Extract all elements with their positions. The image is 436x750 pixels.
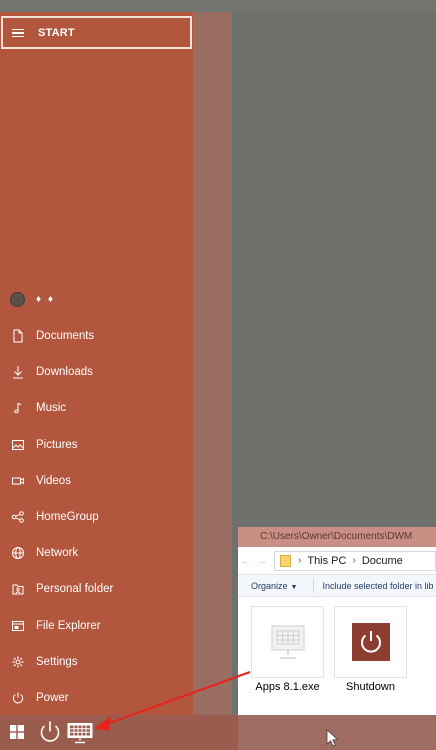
forward-arrow-icon[interactable]: →: [254, 555, 270, 567]
menu-item-pictures[interactable]: Pictures: [0, 427, 193, 463]
document-icon: [10, 328, 26, 344]
chevron-right-icon: ›: [352, 555, 356, 566]
menu-item-videos[interactable]: Videos: [0, 463, 193, 499]
toolbar-divider: [313, 578, 315, 593]
personal-folder-icon: [10, 581, 26, 597]
include-in-library-button[interactable]: Include selected folder in lib: [322, 581, 433, 591]
command-bar: Organize ▼ Include selected folder in lib: [238, 575, 436, 597]
menu-item-label: Downloads: [36, 366, 93, 379]
file-explorer-icon: [10, 618, 26, 634]
user-name: ♦ ♦: [36, 294, 55, 305]
address-documents[interactable]: Docume: [362, 555, 403, 567]
avatar: [10, 292, 25, 307]
menu-item-label: HomeGroup: [36, 511, 99, 524]
menu-item-label: File Explorer: [36, 619, 101, 632]
menu-item-label: Power: [36, 691, 69, 704]
power-icon: [10, 690, 26, 706]
caret-down-icon: ▼: [290, 583, 298, 591]
menu-item-music[interactable]: Music: [0, 390, 193, 426]
menu-item-settings[interactable]: Settings: [0, 644, 193, 680]
start-menu-tile-area: [193, 12, 232, 715]
taskbar-keyboard-monitor-icon[interactable]: [66, 722, 94, 744]
organize-button[interactable]: Organize ▼: [238, 581, 303, 591]
desktop-top-strip: [0, 0, 436, 12]
menu-item-downloads[interactable]: Downloads: [0, 354, 193, 390]
pictures-icon: [10, 437, 26, 453]
menu-item-label: Pictures: [36, 438, 78, 451]
file-item-apps[interactable]: Apps 8.1.exe: [251, 606, 324, 693]
menu-item-documents[interactable]: Documents: [0, 318, 193, 354]
windows-logo-icon: [10, 725, 24, 739]
menu-item-label: Videos: [36, 474, 71, 487]
shutdown-icon: [351, 623, 390, 661]
file-name: Shutdown: [346, 681, 395, 693]
menu-item-label: Personal folder: [36, 583, 114, 596]
menu-item-label: Settings: [36, 655, 78, 668]
folder-icon: [280, 554, 291, 567]
taskbar-power-icon[interactable]: [38, 719, 62, 745]
menu-item-network[interactable]: Network: [0, 535, 193, 571]
file-explorer-window: C:\Users\Owner\Documents\DWM ← → › This …: [238, 527, 436, 715]
start-menu: START ♦ ♦ Documents Downloads Music Pict…: [0, 12, 232, 715]
music-icon: [10, 400, 26, 416]
file-tile: [251, 606, 324, 678]
taskbar: [0, 715, 436, 750]
start-header-button[interactable]: START: [1, 16, 192, 49]
mouse-cursor-icon: [326, 729, 339, 747]
file-name: Apps 8.1.exe: [255, 681, 320, 693]
user-account[interactable]: ♦ ♦: [10, 292, 55, 307]
navigation-bar: ← → › This PC › Docume: [238, 547, 436, 575]
chevron-right-icon: ›: [298, 555, 302, 566]
windows-start-button[interactable]: [7, 722, 27, 742]
settings-icon: [10, 654, 26, 670]
back-arrow-icon[interactable]: ←: [238, 555, 254, 567]
menu-item-label: Music: [36, 402, 67, 415]
address-this-pc[interactable]: This PC: [307, 555, 346, 567]
hamburger-icon: [12, 28, 26, 38]
window-title-path: C:\Users\Owner\Documents\DWM: [238, 527, 436, 547]
file-item-shutdown[interactable]: Shutdown: [334, 606, 407, 693]
start-title: START: [38, 26, 75, 39]
start-menu-list: Documents Downloads Music Pictures Video…: [0, 318, 193, 716]
menu-item-file-explorer[interactable]: File Explorer: [0, 608, 193, 644]
download-icon: [10, 364, 26, 380]
menu-item-power[interactable]: Power: [0, 680, 193, 716]
organize-label: Organize: [251, 580, 288, 591]
menu-item-label: Documents: [36, 330, 95, 343]
videos-icon: [10, 473, 26, 489]
menu-item-label: Network: [36, 547, 79, 560]
menu-item-homegroup[interactable]: HomeGroup: [0, 499, 193, 535]
file-list: Apps 8.1.exe Shutdown: [238, 597, 436, 714]
homegroup-icon: [10, 509, 26, 525]
keyboard-monitor-icon: [270, 625, 305, 659]
network-icon: [10, 545, 26, 561]
address-bar[interactable]: › This PC › Docume: [274, 550, 436, 571]
file-tile: [334, 606, 407, 678]
menu-item-personal-folder[interactable]: Personal folder: [0, 571, 193, 607]
